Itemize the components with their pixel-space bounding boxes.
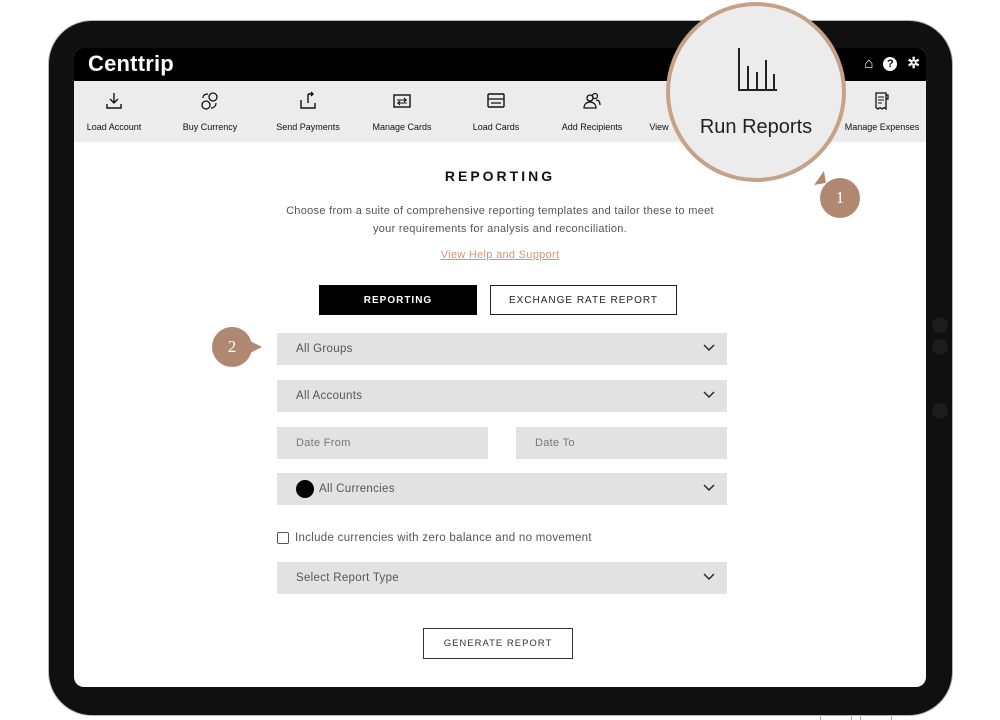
side-button: [932, 339, 948, 355]
help-support-link[interactable]: View Help and Support: [74, 249, 926, 261]
chevron-down-icon: [703, 344, 715, 351]
date-to-input[interactable]: Date To: [516, 427, 727, 459]
toolbar-item-buy-currency[interactable]: Buy Currency: [170, 81, 250, 142]
home-icon[interactable]: ⌂: [864, 54, 873, 74]
toolbar-item-load-cards[interactable]: Load Cards: [458, 81, 534, 142]
zero-balance-option[interactable]: Include currencies with zero balance and…: [277, 532, 592, 544]
generate-report-button[interactable]: GENERATE REPORT: [423, 628, 573, 659]
step-marker-2: 2: [212, 327, 262, 367]
zero-balance-label: Include currencies with zero balance and…: [295, 532, 592, 544]
toolbar-item-label: Buy Currency: [182, 122, 238, 132]
toolbar-item-send-payments[interactable]: Send Payments: [268, 81, 348, 142]
frame-tab: [820, 715, 852, 720]
currencies-select[interactable]: All Currencies: [277, 473, 727, 505]
groups-select[interactable]: All Groups: [277, 333, 727, 365]
tab-reporting[interactable]: REPORTING: [319, 285, 477, 315]
header-icons: ⌂ ? ✲: [864, 54, 920, 74]
accounts-select[interactable]: All Accounts: [277, 380, 727, 412]
download-icon: [106, 93, 122, 109]
report-type-select[interactable]: Select Report Type: [277, 562, 727, 594]
share-upload-icon: [300, 91, 316, 109]
date-from-input[interactable]: Date From: [277, 427, 488, 459]
run-reports-label: Run Reports: [699, 116, 813, 138]
receipt-icon: [875, 92, 889, 111]
chevron-down-icon: [703, 391, 715, 398]
card-icon: [487, 93, 505, 108]
step-marker-1: 1: [820, 178, 860, 218]
toolbar-item-manage-expenses[interactable]: Manage Expenses: [840, 81, 924, 142]
tab-exchange-rate-report[interactable]: EXCHANGE RATE REPORT: [490, 285, 677, 315]
toolbar-item-add-recipients[interactable]: Add Recipients: [552, 81, 632, 142]
currency-exchange-icon: [201, 92, 218, 110]
users-icon: [583, 92, 601, 109]
toolbar-item-label: Send Payments: [276, 122, 340, 132]
zero-balance-checkbox[interactable]: [277, 532, 289, 544]
groups-select-value: All Groups: [296, 343, 353, 355]
help-icon[interactable]: ?: [883, 57, 898, 71]
toolbar-item-label: Manage Expenses: [844, 122, 920, 132]
toolbar-item-load-account[interactable]: Load Account: [76, 81, 152, 142]
chevron-down-icon: [703, 484, 715, 491]
currencies-select-value: All Currencies: [319, 483, 395, 495]
magnifier-callout: Run Reports: [666, 2, 846, 182]
frame-tab: [860, 715, 892, 720]
currency-flag-icon: [296, 480, 314, 498]
side-button: [932, 317, 948, 333]
toolbar-item-manage-cards[interactable]: Manage Cards: [364, 81, 440, 142]
card-transfer-icon: [393, 94, 411, 108]
toolbar-item-label: Manage Cards: [372, 122, 432, 132]
page-description: Choose from a suite of comprehensive rep…: [286, 205, 714, 235]
toolbar-item-label: Load Cards: [472, 122, 520, 132]
brand-logo[interactable]: Centtrip: [88, 51, 174, 77]
report-type-select-value: Select Report Type: [296, 572, 399, 584]
side-button: [932, 403, 948, 419]
toolbar-item-label: Add Recipients: [561, 122, 623, 132]
gear-icon[interactable]: ✲: [907, 54, 920, 74]
chevron-down-icon: [703, 573, 715, 580]
bar-chart-icon: [738, 48, 777, 91]
accounts-select-value: All Accounts: [296, 390, 363, 402]
toolbar-item-label: Load Account: [86, 122, 142, 132]
